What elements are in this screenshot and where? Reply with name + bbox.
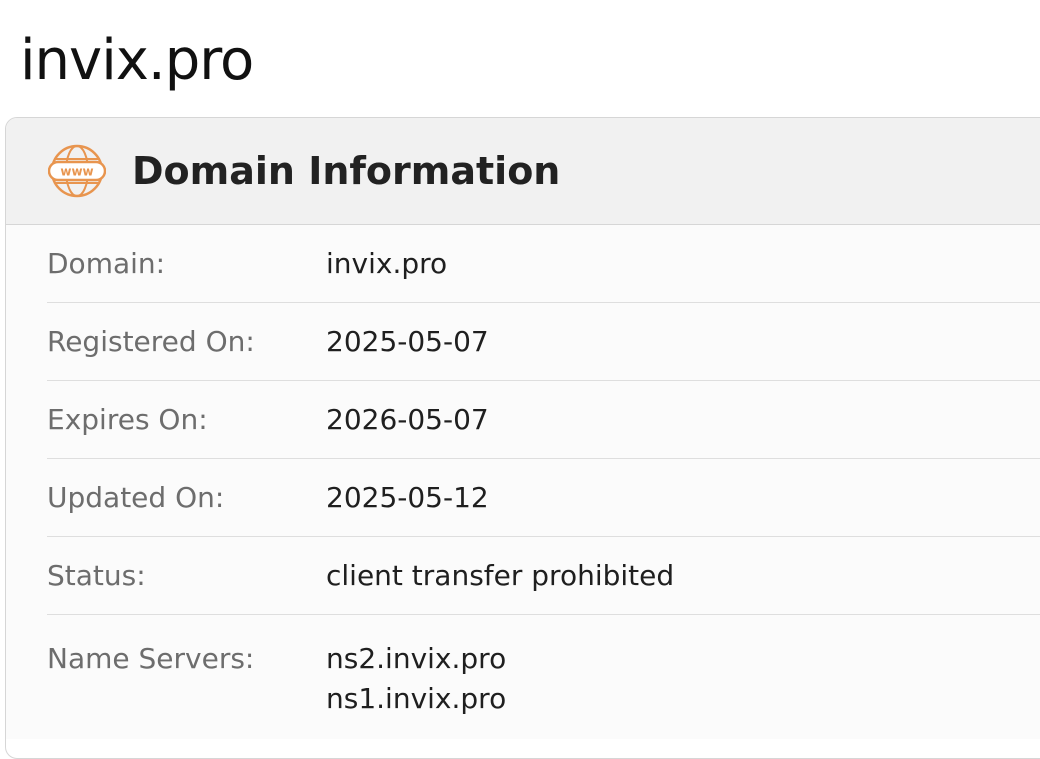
card-title: Domain Information [132,149,561,193]
domain-info-table: Domain: invix.pro Registered On: 2025-05… [6,225,1040,739]
name-servers-value: ns2.invix.pro ns1.invix.pro [326,639,506,719]
domain-information-card: www Domain Information Domain: invix.pro… [5,117,1040,759]
registered-on-label: Registered On: [47,325,255,358]
row-expires-on: Expires On: 2026-05-07 [47,381,1040,459]
row-name-servers: Name Servers: ns2.invix.pro ns1.invix.pr… [47,615,1040,739]
domain-label: Domain: [47,247,166,280]
status-value: client transfer prohibited [326,559,675,592]
row-domain: Domain: invix.pro [47,225,1040,303]
name-servers-label: Name Servers: [47,642,255,675]
row-registered-on: Registered On: 2025-05-07 [47,303,1040,381]
card-header: www Domain Information [6,118,1040,225]
page-title: invix.pro [20,28,254,93]
row-updated-on: Updated On: 2025-05-12 [47,459,1040,537]
www-globe-icon: www [48,142,106,200]
expires-on-label: Expires On: [47,403,208,436]
name-server-item: ns2.invix.pro [326,642,507,675]
status-label: Status: [47,559,146,592]
row-status: Status: client transfer prohibited [47,537,1040,615]
expires-on-value: 2026-05-07 [326,403,489,436]
name-server-item: ns1.invix.pro [326,682,507,715]
registered-on-value: 2025-05-07 [326,325,489,358]
svg-text:www: www [60,165,93,179]
updated-on-value: 2025-05-12 [326,481,489,514]
domain-value: invix.pro [326,247,448,280]
updated-on-label: Updated On: [47,481,225,514]
